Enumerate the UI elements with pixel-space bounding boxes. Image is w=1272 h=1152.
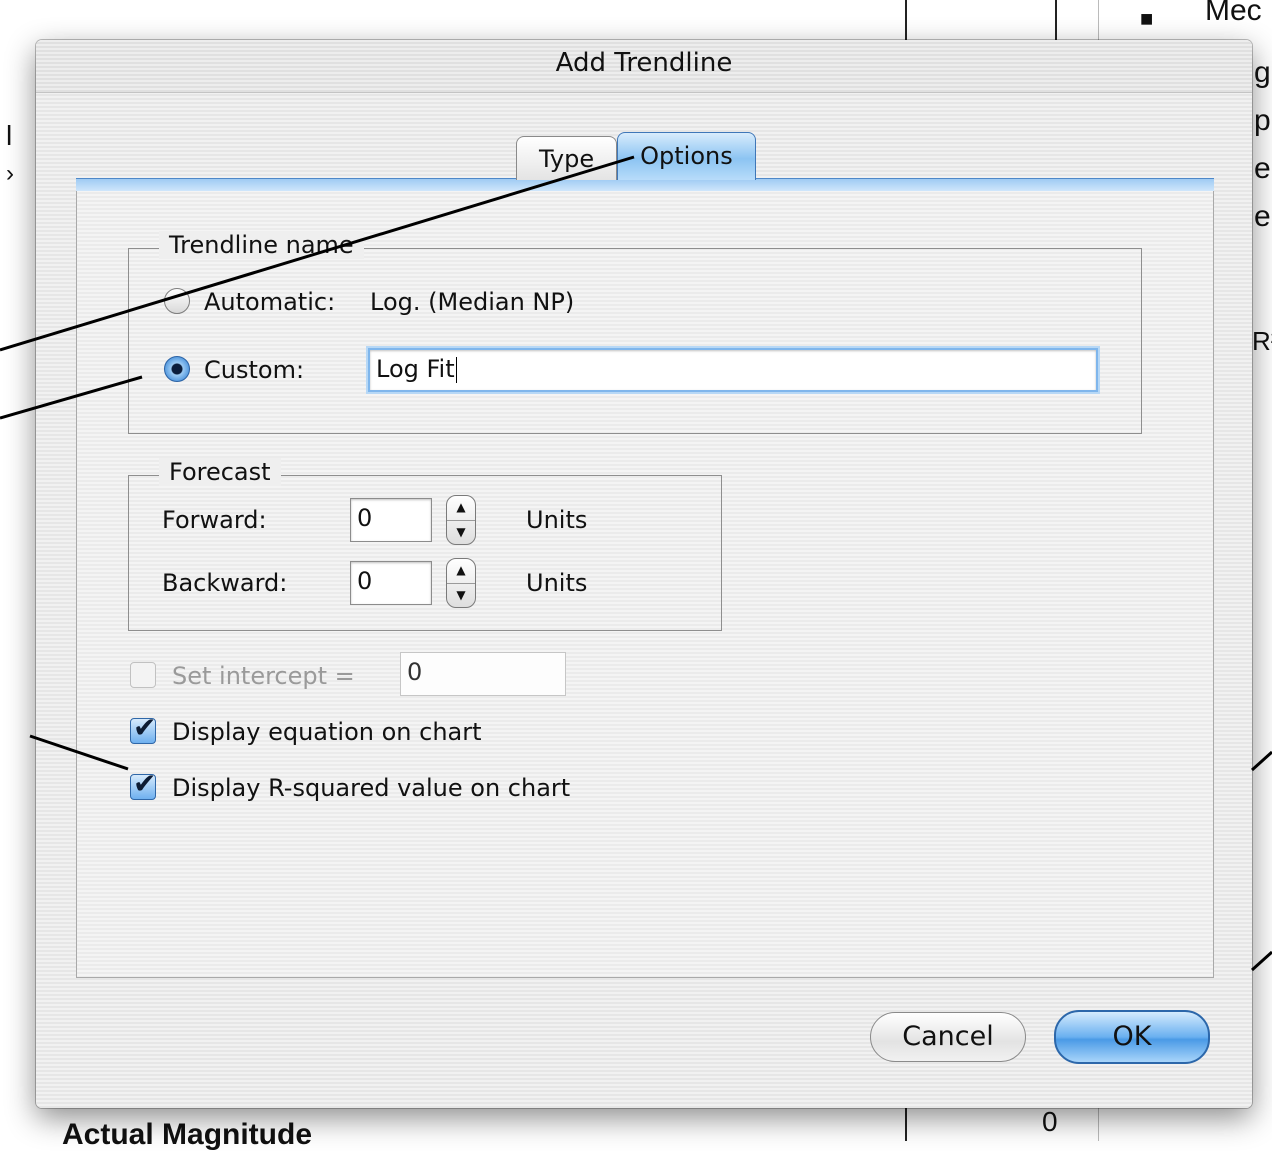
backward-input[interactable]: 0 <box>350 561 432 605</box>
bg-fragment: e <box>1254 152 1271 185</box>
stepper-down-icon[interactable]: ▼ <box>447 583 475 608</box>
custom-name-input[interactable]: Log Fit <box>368 348 1098 392</box>
display-r-squared-checkbox[interactable]: ✔ <box>130 767 156 800</box>
bg-grid-line <box>1055 0 1057 40</box>
tab-options[interactable]: Options <box>617 132 756 180</box>
custom-label[interactable]: Custom: <box>204 356 304 384</box>
set-intercept-input[interactable]: 0 <box>400 652 566 696</box>
check-icon: ✔ <box>133 767 157 800</box>
bg-axis-label: Actual Magnitude <box>62 1118 313 1151</box>
bg-grid-line <box>905 0 907 40</box>
automatic-label[interactable]: Automatic: <box>204 288 335 316</box>
display-equation-checkbox[interactable]: ✔ <box>130 711 156 744</box>
bg-fragment: p <box>1254 104 1271 137</box>
tab-bar: Type Options <box>516 132 756 180</box>
forward-input[interactable]: 0 <box>350 498 432 542</box>
bg-axis-value: 0 <box>1042 1106 1058 1137</box>
bg-grid-line <box>905 1105 907 1141</box>
forecast-group-label: Forecast <box>159 458 281 486</box>
set-intercept-checkbox[interactable] <box>130 662 156 688</box>
cancel-button[interactable]: Cancel <box>870 1012 1026 1062</box>
trendline-name-group: Trendline name <box>128 231 1142 434</box>
stepper-up-icon[interactable]: ▲ <box>447 559 475 583</box>
check-icon: ✔ <box>133 711 157 744</box>
bg-grid-line <box>1098 1105 1099 1141</box>
add-trendline-dialog: Add Trendline Type Options Trendline nam… <box>36 40 1252 1108</box>
bg-grid-line <box>1098 0 1099 40</box>
text-caret <box>455 357 457 383</box>
stepper-down-icon[interactable]: ▼ <box>447 520 475 545</box>
custom-radio[interactable] <box>164 356 190 382</box>
backward-units-label: Units <box>526 569 588 597</box>
forward-label: Forward: <box>162 506 267 534</box>
dialog-titlebar[interactable]: Add Trendline <box>36 40 1252 93</box>
bg-bullet: ■ <box>1140 6 1154 31</box>
bg-fragment: › <box>6 160 14 187</box>
stepper-up-icon[interactable]: ▲ <box>447 496 475 520</box>
automatic-value: Log. (Median NP) <box>370 288 575 316</box>
bg-fragment: l <box>6 120 13 151</box>
forward-units-label: Units <box>526 506 588 534</box>
display-r-squared-label[interactable]: Display R-squared value on chart <box>172 774 570 802</box>
backward-label: Backward: <box>162 569 288 597</box>
set-intercept-label: Set intercept = <box>172 662 355 690</box>
bg-fragment: e <box>1254 200 1271 233</box>
backward-stepper[interactable]: ▲ ▼ <box>446 558 476 608</box>
bg-fragment: R² <box>1252 326 1272 356</box>
ok-button[interactable]: OK <box>1054 1010 1210 1064</box>
automatic-radio[interactable] <box>164 288 190 314</box>
bg-fragment: g <box>1254 56 1271 89</box>
dialog-title: Add Trendline <box>555 48 733 78</box>
forward-stepper[interactable]: ▲ ▼ <box>446 495 476 545</box>
custom-name-value: Log Fit <box>376 355 455 383</box>
bg-legend-text: Mec <box>1205 0 1262 27</box>
trendline-name-group-label: Trendline name <box>159 231 364 259</box>
display-equation-label[interactable]: Display equation on chart <box>172 718 482 746</box>
tab-type[interactable]: Type <box>516 136 618 180</box>
